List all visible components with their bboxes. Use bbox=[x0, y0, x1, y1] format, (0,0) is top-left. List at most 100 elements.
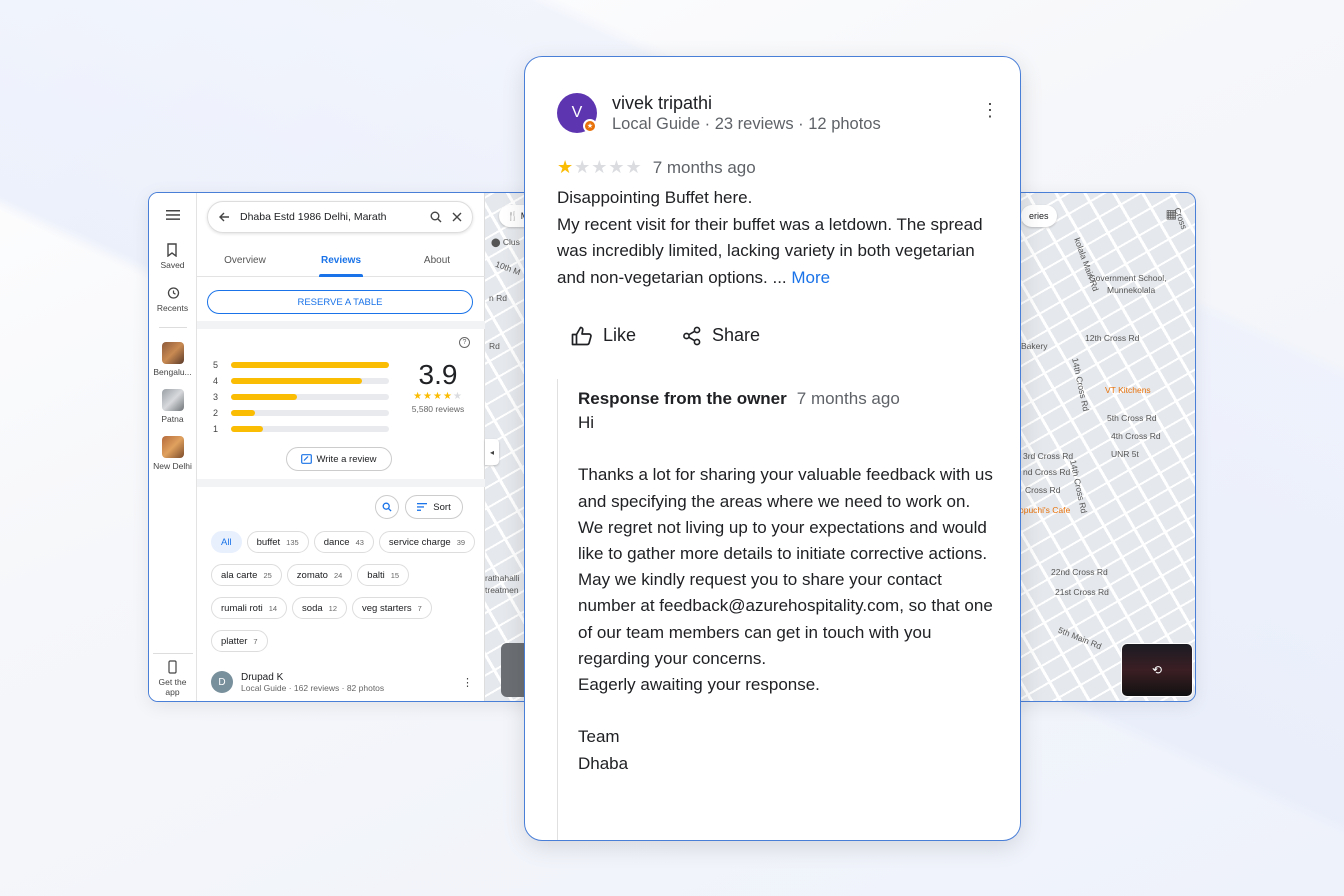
sort-button[interactable]: Sort bbox=[405, 495, 463, 519]
map-label: n Rd bbox=[489, 293, 507, 303]
rating-bar-row[interactable]: 2 bbox=[213, 405, 393, 421]
street-view-thumbnail[interactable]: ⟲ bbox=[1121, 643, 1193, 697]
topic-chip-label: balti bbox=[367, 569, 385, 581]
topic-chip[interactable]: balti 15 bbox=[357, 564, 410, 586]
rating-bar-fill bbox=[231, 378, 363, 384]
more-options-icon[interactable]: ⋮ bbox=[981, 101, 999, 119]
recent-place-bengaluru[interactable]: Bengalu... bbox=[153, 342, 192, 377]
topic-chip[interactable]: rumali roti 14 bbox=[211, 597, 288, 619]
map-label: 4th Cross Rd bbox=[1111, 431, 1161, 441]
owner-response-header: Response from the owner 7 months ago bbox=[578, 389, 997, 409]
rating-bar-fill bbox=[231, 362, 389, 368]
rating-bar-row[interactable]: 1 bbox=[213, 421, 393, 437]
tab-about[interactable]: About bbox=[389, 249, 485, 276]
collapse-panel-button[interactable]: ◂ bbox=[485, 439, 499, 465]
reviewer-avatar[interactable]: D bbox=[211, 671, 233, 693]
search-reviews-button[interactable] bbox=[375, 495, 399, 519]
topic-chip[interactable]: ala carte 25 bbox=[211, 564, 282, 586]
review-body: My recent visit for their buffet was a l… bbox=[557, 214, 983, 287]
topic-chip-count: 12 bbox=[328, 603, 337, 613]
rating-bar-track bbox=[231, 378, 389, 384]
topic-chip-label: ala carte bbox=[221, 569, 258, 581]
map-label: 5th Main Rd bbox=[1056, 624, 1104, 652]
topic-chip[interactable]: dance 43 bbox=[313, 531, 374, 553]
back-arrow-icon[interactable] bbox=[218, 211, 230, 223]
place-thumbnail bbox=[161, 342, 184, 364]
get-app-button[interactable]: Get the app bbox=[152, 653, 193, 697]
owner-response-title: Response from the owner bbox=[578, 389, 787, 408]
rating-bar-fill bbox=[231, 394, 298, 400]
topic-chip-label: rumali roti bbox=[221, 602, 263, 614]
rail-separator bbox=[158, 327, 187, 328]
rail-saved-label: Saved bbox=[160, 260, 185, 270]
topic-chip-label: soda bbox=[302, 602, 323, 614]
rating-stars: ★★★★★ bbox=[402, 391, 474, 402]
share-label: Share bbox=[712, 325, 761, 345]
owner-response-date: 7 months ago bbox=[796, 389, 900, 408]
reserve-table-button[interactable]: RESERVE A TABLE bbox=[207, 290, 473, 314]
place-thumbnail bbox=[161, 436, 184, 458]
close-icon[interactable] bbox=[452, 212, 462, 222]
rating-bar-label: 3 bbox=[213, 392, 219, 402]
map-label: Munnekolala bbox=[1107, 285, 1156, 295]
topic-chip[interactable]: veg starters 7 bbox=[352, 597, 432, 619]
rating-bar-label: 5 bbox=[213, 360, 219, 370]
topic-chip-label: zomato bbox=[296, 569, 328, 581]
rating-distribution: 5 4 3 2 1 bbox=[213, 357, 393, 437]
map-label: VT Kitchens bbox=[1105, 385, 1151, 395]
share-icon bbox=[683, 326, 701, 345]
rail-saved[interactable]: Saved bbox=[160, 243, 185, 270]
topic-chip-count: 135 bbox=[286, 537, 299, 547]
rating-bar-row[interactable]: 3 bbox=[213, 389, 393, 405]
map-label: Government School, bbox=[1089, 273, 1167, 283]
topic-chip[interactable]: buffet 135 bbox=[246, 531, 309, 553]
rating-bar-row[interactable]: 4 bbox=[213, 373, 393, 389]
map-label: 10th M bbox=[494, 258, 522, 278]
reviewer-meta: Local Guide · 23 reviews · 12 photos bbox=[612, 115, 881, 133]
search-input[interactable]: Dhaba Estd 1986 Delhi, Marath bbox=[240, 211, 420, 223]
topic-chip[interactable]: zomato 24 bbox=[286, 564, 353, 586]
recent-place-patna[interactable]: Patna bbox=[161, 389, 184, 424]
rating-bar-fill bbox=[231, 426, 263, 432]
share-button[interactable]: Share bbox=[682, 325, 760, 346]
topic-chip-label: All bbox=[221, 536, 232, 548]
average-rating: 3.9 bbox=[418, 359, 458, 390]
topic-chip[interactable]: service charge 39 bbox=[378, 531, 476, 553]
recent-place-label: New Delhi bbox=[153, 461, 192, 471]
topic-chip[interactable]: All bbox=[211, 531, 242, 553]
rating-bar-track bbox=[231, 362, 389, 368]
review-text: Disappointing Buffet here. My recent vis… bbox=[557, 185, 997, 291]
help-icon[interactable]: ? bbox=[459, 337, 470, 348]
tab-reviews[interactable]: Reviews bbox=[293, 249, 389, 277]
rating-bar-track bbox=[231, 410, 389, 416]
rating-summary: 3.9 ★★★★★ 5,580 reviews bbox=[402, 359, 474, 414]
like-button[interactable]: Like bbox=[571, 325, 636, 346]
rating-bar-fill bbox=[231, 410, 255, 416]
star-filled: ★ bbox=[557, 157, 575, 177]
map-label: rathahalli bbox=[485, 573, 520, 583]
search-icon bbox=[382, 502, 392, 512]
rating-bar-row[interactable]: 5 bbox=[213, 357, 393, 373]
topic-chip[interactable]: platter 7 bbox=[211, 630, 268, 652]
rail-recents[interactable]: Recents bbox=[157, 286, 188, 313]
search-box[interactable]: Dhaba Estd 1986 Delhi, Marath bbox=[207, 201, 473, 233]
more-link[interactable]: More bbox=[791, 268, 830, 287]
place-panel: Dhaba Estd 1986 Delhi, Marath Overview R… bbox=[197, 193, 533, 701]
reviewer-name[interactable]: Drupad K bbox=[241, 672, 384, 683]
menu-button[interactable] bbox=[165, 209, 180, 221]
more-options-icon[interactable]: ⋮ bbox=[462, 676, 473, 689]
search-icon[interactable] bbox=[430, 211, 442, 223]
review-count: 5,580 reviews bbox=[411, 404, 465, 414]
rating-bar-label: 4 bbox=[213, 376, 219, 386]
topic-chip-count: 25 bbox=[263, 570, 272, 580]
reviewer-name[interactable]: vivek tripathi bbox=[612, 93, 712, 114]
review-rating-line: ★★★★★ 7 months ago bbox=[557, 157, 756, 178]
write-review-button[interactable]: Write a review bbox=[286, 447, 392, 471]
topic-chips: All buffet 135 dance 43 service charge 39 ala c… bbox=[211, 531, 477, 652]
section-divider bbox=[197, 479, 485, 487]
recent-place-new-delhi[interactable]: New Delhi bbox=[153, 436, 193, 471]
map-label: 14th Cross Rd bbox=[1070, 356, 1092, 413]
categories-chip[interactable]: eries bbox=[1021, 205, 1057, 227]
tab-overview[interactable]: Overview bbox=[197, 249, 293, 276]
topic-chip[interactable]: soda 12 bbox=[292, 597, 347, 619]
